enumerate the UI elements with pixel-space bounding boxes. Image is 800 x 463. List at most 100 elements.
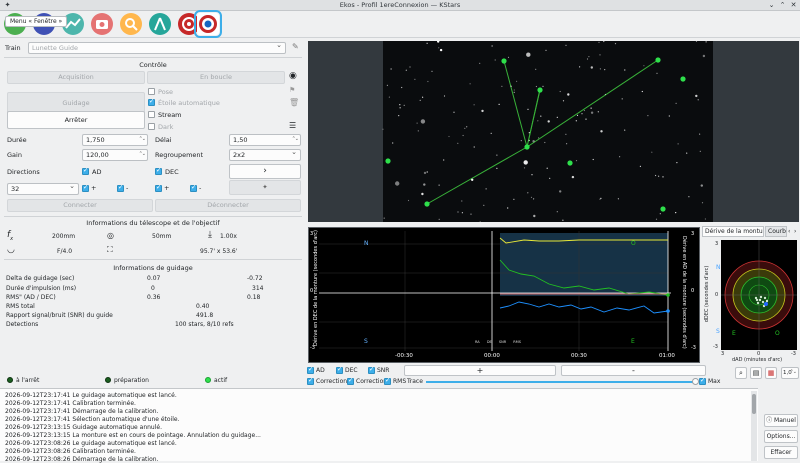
auto-star-checkbox[interactable] — [148, 97, 155, 106]
binning-select[interactable]: 2x2 — [229, 147, 301, 161]
show-rms-checkbox[interactable] — [384, 376, 391, 385]
delay-input[interactable]: 1,50 — [229, 134, 301, 146]
trace-max-checkbox[interactable] — [699, 376, 706, 385]
background-star — [399, 107, 401, 109]
background-star — [438, 218, 440, 220]
info-icon: ⓘ — [766, 417, 775, 424]
module-capture-icon[interactable] — [91, 13, 113, 35]
scale-spinbox[interactable]: 1,0 — [781, 367, 799, 379]
background-star — [448, 135, 450, 138]
background-star — [656, 72, 658, 74]
ra-plus-checkbox[interactable] — [82, 183, 89, 192]
drift-y-tick-top: 3 — [715, 241, 719, 247]
module-focus-icon[interactable] — [120, 13, 142, 35]
ra-minus-checkbox[interactable] — [117, 183, 124, 192]
graph-controls: AD DEC SNR + - Correction Correction RMS… — [307, 365, 720, 387]
stop-button[interactable]: Arrêter — [7, 111, 145, 129]
pose-tool-icon[interactable]: ⚑ — [289, 86, 295, 94]
loop-button[interactable]: En boucle — [147, 71, 285, 84]
clear-log-button[interactable]: Effacer — [764, 446, 798, 459]
background-star — [490, 132, 492, 134]
duration-input[interactable]: 1,750 — [82, 134, 148, 146]
guide-star-view[interactable] — [308, 40, 799, 223]
edit-train-icon[interactable]: ✎ — [292, 42, 299, 51]
disconnect-button[interactable]: Déconnecter — [155, 199, 301, 212]
connect-button[interactable]: Connecter — [7, 199, 153, 212]
tab-scroll-left-icon[interactable]: ‹ — [788, 228, 790, 235]
drift-graph[interactable]: 3 0 -3 3 0 -3 Dérive en DEC de la montur… — [308, 227, 700, 363]
trace-slider-handle[interactable] — [692, 378, 699, 385]
stream-checkbox[interactable] — [148, 111, 155, 118]
background-star — [409, 66, 411, 68]
background-star — [675, 102, 677, 104]
module-guide-icon[interactable] — [194, 10, 222, 38]
background-star — [579, 66, 581, 68]
graph-right-tick-zero: 0 — [691, 288, 695, 294]
log-line: 2026-09-12T23:13:15 La monture est en co… — [5, 432, 261, 439]
trash-icon[interactable]: 🗑 — [289, 98, 299, 107]
tab-drift[interactable]: Dérive de la monture — [702, 226, 764, 237]
background-star — [559, 90, 561, 93]
box-size-select[interactable]: 32 — [7, 181, 79, 195]
background-star — [604, 93, 606, 96]
zoom-out-button[interactable]: - — [561, 365, 706, 376]
zoom-in-button[interactable]: + — [404, 365, 556, 376]
show-ra-checkbox[interactable] — [307, 365, 314, 374]
background-star — [407, 199, 410, 202]
settings-sliders-icon[interactable]: ☰ — [289, 121, 296, 130]
tab-scroll-right-icon[interactable]: › — [794, 228, 796, 235]
fov-value: 95.7' x 53.6' — [200, 248, 238, 255]
dec-direction-checkbox[interactable] — [155, 166, 162, 175]
show-snr-checkbox[interactable] — [368, 365, 375, 374]
guide-star-marker — [660, 206, 666, 212]
train-select[interactable]: Lunette Guide — [28, 40, 286, 54]
background-star — [702, 54, 706, 58]
show-dec-checkbox[interactable] — [336, 365, 343, 374]
dec-minus-checkbox[interactable] — [190, 183, 197, 192]
pose-checkbox[interactable] — [148, 88, 155, 95]
direction-arrow-button[interactable]: › — [229, 164, 301, 179]
tab-curves[interactable]: Courb — [765, 226, 787, 237]
graph-right-tick-bottom: -3 — [691, 345, 696, 351]
window-menu-button[interactable]: Menu « Fenêtre » — [5, 16, 68, 27]
drift-x-label: dAD (minutes d'arc) — [732, 357, 783, 363]
trace-slider-track[interactable] — [426, 381, 695, 383]
zoom-reset-icon[interactable]: ⌕ — [735, 367, 747, 379]
background-star — [559, 190, 562, 193]
eye-icon[interactable]: ◉ — [289, 71, 297, 81]
star-field-image[interactable] — [308, 40, 799, 223]
background-star — [395, 181, 400, 186]
maximize-icon[interactable]: ⌃ — [778, 1, 787, 10]
gain-input[interactable]: 120,00 — [82, 149, 148, 161]
subframe-button[interactable]: ✦ — [229, 180, 301, 195]
background-star — [498, 103, 500, 105]
show-ra-correction-checkbox[interactable] — [307, 376, 314, 385]
background-star — [431, 70, 433, 72]
guide-star-marker — [424, 201, 430, 207]
ra-direction-checkbox[interactable] — [82, 166, 89, 175]
auto-star-label: Étoile automatique — [158, 99, 220, 107]
minimize-icon[interactable]: ⌄ — [767, 1, 776, 10]
background-star — [419, 99, 421, 101]
guide-star-marker — [385, 158, 391, 164]
save-icon[interactable]: ▤ — [750, 367, 762, 379]
trace-label: Trace — [407, 378, 423, 385]
close-icon[interactable]: ✕ — [789, 1, 798, 10]
background-star — [439, 48, 443, 52]
dec-plus-checkbox[interactable] — [155, 183, 162, 192]
graph-x-tick-2: 00:00 — [484, 353, 500, 359]
log-scrollbar[interactable] — [751, 391, 757, 461]
focal-length-icon: fx — [7, 230, 14, 242]
legend-ra: RA — [475, 340, 480, 344]
drift-plot-panel: Dérive de la monture Courb ‹ › N S E O 3… — [702, 226, 800, 364]
clear-icon[interactable]: ▦ — [765, 367, 777, 379]
log-line: 2026-09-12T23:08:26 Démarrage de la cali… — [5, 456, 159, 463]
acquisition-button[interactable]: Acquisition — [7, 71, 145, 84]
module-mount-icon[interactable] — [149, 13, 171, 35]
show-dec-correction-checkbox[interactable] — [347, 376, 354, 385]
rms-ra-dec-row: RMS" (AD / DEC) 0.36 0.18 — [6, 294, 261, 301]
manual-button[interactable]: ⓘ Manuel — [764, 414, 798, 427]
background-star — [655, 218, 658, 220]
dark-checkbox[interactable] — [148, 123, 155, 130]
options-button[interactable]: Options... — [764, 430, 798, 443]
